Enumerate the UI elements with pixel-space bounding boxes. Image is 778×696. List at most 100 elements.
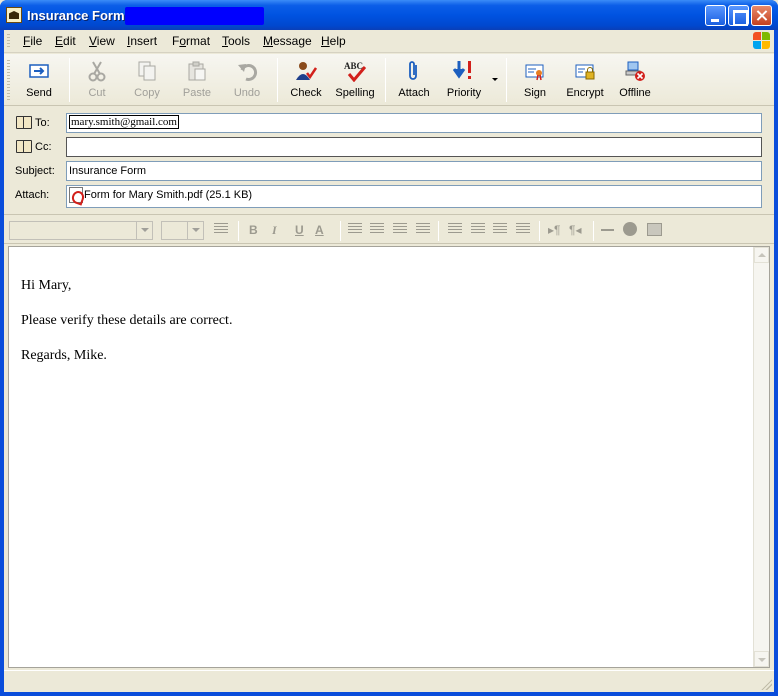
address-book-icon[interactable]	[16, 116, 32, 129]
resize-grip[interactable]	[760, 678, 772, 690]
compose-window: Insurance Form File Edit View Insert For…	[0, 0, 778, 696]
offline-label: Offline	[619, 87, 651, 99]
cut-button[interactable]: Cut	[73, 58, 121, 104]
formatting-toolbar: B I U A ▸¶ ¶◂	[4, 214, 774, 244]
horizontal-line-icon[interactable]	[601, 229, 614, 231]
menu-bar: File Edit View Insert Format Tools Messa…	[4, 30, 774, 53]
chevron-down-icon	[136, 222, 152, 239]
bulleted-list-icon[interactable]	[370, 223, 384, 235]
menu-file[interactable]: File	[23, 34, 42, 48]
insert-picture-icon[interactable]	[647, 223, 662, 236]
encrypt-label: Encrypt	[566, 87, 604, 99]
menu-format[interactable]: Format	[172, 34, 210, 48]
spellcheck-icon: ABC	[344, 61, 366, 82]
cut-label: Cut	[88, 87, 106, 99]
format-separator	[593, 221, 594, 241]
to-recipient[interactable]: mary.smith@gmail.com	[69, 115, 179, 129]
ltr-icon[interactable]: ▸¶	[548, 223, 560, 237]
copy-button[interactable]: Copy	[123, 58, 171, 104]
cc-field[interactable]	[66, 137, 762, 157]
offline-icon	[625, 61, 645, 81]
message-text[interactable]: Hi Mary, Please verify these details are…	[21, 277, 232, 382]
undo-button[interactable]: Undo	[223, 58, 271, 104]
undo-label: Undo	[233, 87, 261, 99]
windows-logo-icon	[753, 32, 771, 50]
justify-icon[interactable]	[516, 223, 530, 235]
redacted-region	[125, 7, 264, 25]
spelling-button[interactable]: ABC Spelling	[331, 58, 379, 104]
attachment-list[interactable]: Form for Mary Smith.pdf (25.1 KB)	[66, 185, 762, 208]
close-button[interactable]	[751, 5, 772, 26]
font-size-select[interactable]	[161, 221, 204, 240]
align-center-icon[interactable]	[471, 223, 485, 235]
vertical-scrollbar[interactable]	[753, 247, 769, 667]
menu-view[interactable]: View	[89, 34, 115, 48]
to-label[interactable]: To:	[35, 117, 50, 129]
client-area: File Edit View Insert Format Tools Messa…	[4, 30, 774, 692]
bold-icon[interactable]: B	[249, 223, 258, 237]
priority-icon	[453, 61, 471, 79]
numbered-list-icon[interactable]	[348, 223, 362, 235]
chevron-down-icon	[187, 222, 203, 239]
underline-icon[interactable]: U	[295, 223, 304, 237]
format-separator	[340, 221, 341, 241]
menu-grip[interactable]	[7, 34, 10, 49]
send-button[interactable]: Send	[15, 58, 63, 104]
rtl-icon[interactable]: ¶◂	[569, 223, 581, 237]
body-line: Please verify these details are correct.	[21, 313, 233, 328]
subject-field[interactable]: Insurance Form	[66, 161, 762, 181]
title-bar[interactable]: Insurance Form	[0, 0, 778, 30]
priority-dropdown-arrow-icon[interactable]	[492, 78, 498, 81]
body-line: Hi Mary,	[21, 278, 72, 293]
menu-help[interactable]: Help	[321, 34, 346, 48]
hyperlink-globe-icon[interactable]	[623, 222, 637, 236]
app-icon	[6, 7, 22, 23]
attach-row: Attach: Form for Mary Smith.pdf (25.1 KB…	[4, 185, 774, 208]
menu-insert[interactable]: Insert	[127, 34, 157, 48]
encrypt-button[interactable]: Encrypt	[561, 58, 609, 104]
copy-icon	[138, 61, 156, 81]
align-left-icon[interactable]	[448, 223, 462, 235]
minimize-button[interactable]	[705, 5, 726, 26]
italic-icon[interactable]: I	[272, 223, 277, 238]
paste-button[interactable]: Paste	[173, 58, 221, 104]
spelling-label: Spelling	[335, 87, 375, 99]
scroll-up-icon[interactable]	[754, 247, 769, 263]
attach-label: Attach:	[15, 189, 50, 201]
font-family-select[interactable]	[9, 221, 153, 240]
menu-message[interactable]: Message	[263, 34, 312, 48]
toolbar-grip[interactable]	[7, 60, 10, 100]
window-title: Insurance Form	[27, 8, 125, 23]
paragraph-style-icon[interactable]	[214, 223, 228, 235]
to-field[interactable]: mary.smith@gmail.com	[66, 113, 762, 133]
align-right-icon[interactable]	[493, 223, 507, 235]
font-color-icon[interactable]: A	[315, 223, 324, 237]
menu-tools[interactable]: Tools	[222, 34, 250, 48]
spelling-badge-text: ABC	[344, 61, 363, 71]
attach-label: Attach	[398, 87, 430, 99]
priority-button[interactable]: Priority	[440, 58, 488, 104]
format-separator	[539, 221, 540, 241]
scroll-down-icon[interactable]	[754, 651, 769, 667]
pdf-file-icon	[69, 187, 83, 203]
attachment-item[interactable]: Form for Mary Smith.pdf (25.1 KB)	[84, 189, 252, 201]
increase-indent-icon[interactable]	[416, 223, 430, 235]
send-label: Send	[26, 87, 52, 99]
copy-label: Copy	[134, 87, 160, 99]
paperclip-icon	[409, 61, 417, 80]
check-label: Check	[290, 87, 322, 99]
cc-label[interactable]: Cc:	[35, 141, 52, 153]
sign-button[interactable]: Sign	[511, 58, 559, 104]
offline-button[interactable]: Offline	[611, 58, 659, 104]
message-body[interactable]: Hi Mary, Please verify these details are…	[8, 246, 770, 668]
maximize-button[interactable]	[728, 5, 749, 26]
menu-edit[interactable]: Edit	[55, 34, 76, 48]
paste-label: Paste	[182, 87, 212, 99]
attach-button[interactable]: Attach	[390, 58, 438, 104]
decrease-indent-icon[interactable]	[393, 223, 407, 235]
check-names-icon	[296, 62, 317, 80]
paste-icon	[188, 61, 206, 81]
check-button[interactable]: Check	[282, 58, 330, 104]
sign-label: Sign	[523, 87, 547, 99]
address-book-icon[interactable]	[16, 140, 32, 153]
